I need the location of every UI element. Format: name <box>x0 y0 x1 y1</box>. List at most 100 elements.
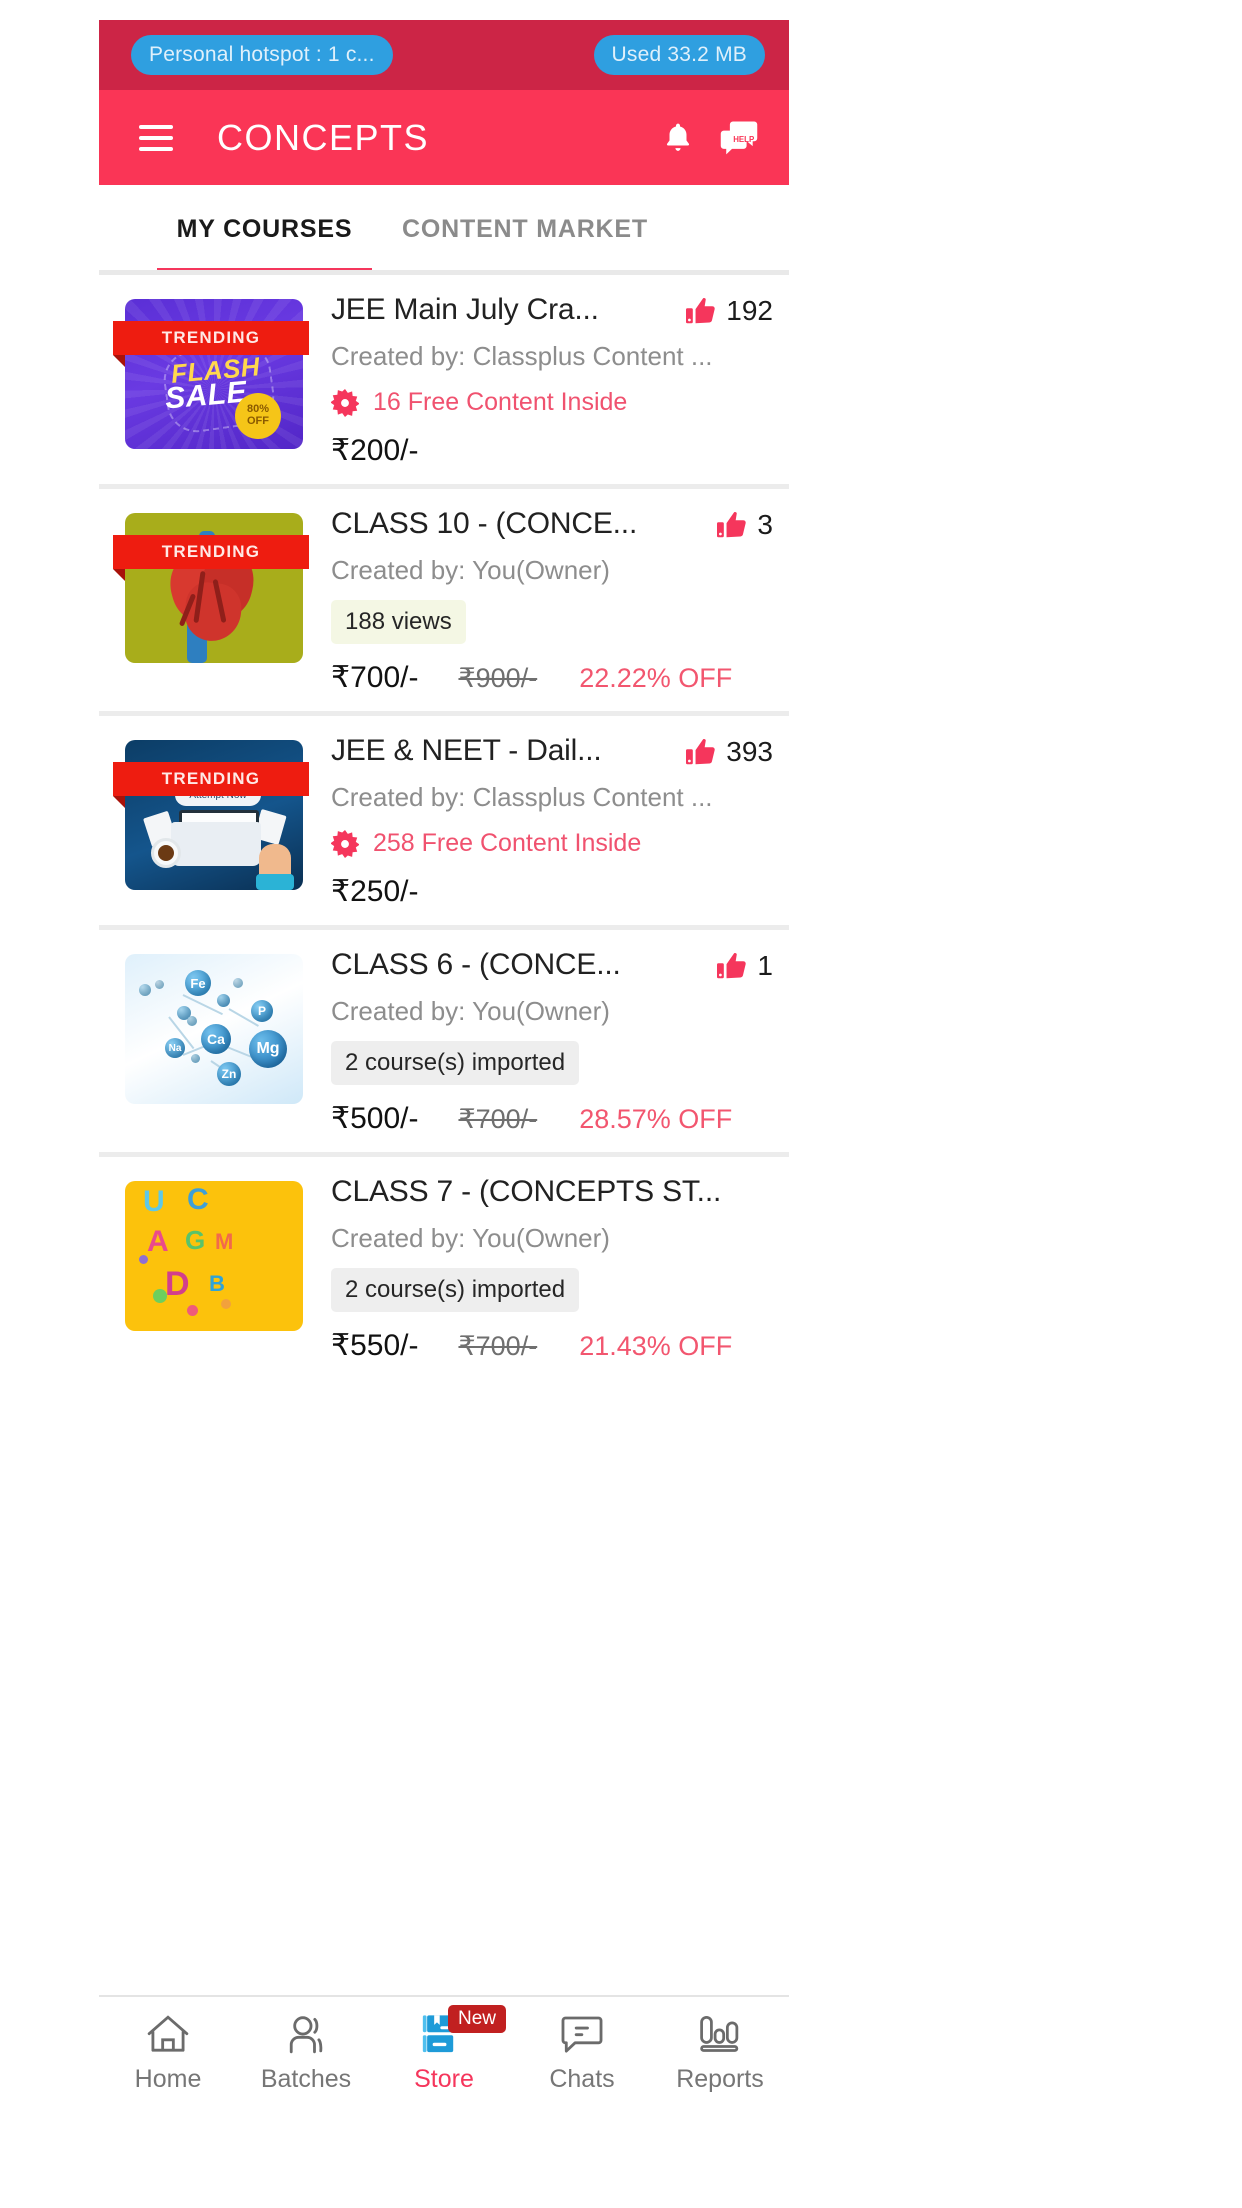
course-thumbnail[interactable]: Fe P Ca Mg Na Zn <box>125 954 303 1104</box>
nav-item-home[interactable]: Home <box>99 2011 237 2094</box>
thumb-text: G <box>185 1225 206 1255</box>
course-title: JEE Main July Cra... <box>331 293 599 326</box>
course-info: CLASS 6 - (CONCE... 1 Created by: You(Ow… <box>303 948 789 1136</box>
thumb-text: M <box>215 1229 234 1254</box>
nav-label-chats: Chats <box>549 2065 615 2093</box>
views-pill: 188 views <box>331 600 466 644</box>
nav-item-chats[interactable]: Chats <box>513 2011 651 2094</box>
tab-content-market[interactable]: CONTENT MARKET <box>390 185 660 273</box>
course-info: CLASS 7 - (CONCEPTS ST... Created by: Yo… <box>303 1175 789 1363</box>
course-price: ₹700/- <box>331 661 419 694</box>
course-info: JEE Main July Cra... 192 Created by: Cla… <box>303 293 789 468</box>
thumbnail-image-abc-letters: U C A G M D B <box>125 1181 303 1331</box>
bar-chart-icon <box>697 2011 743 2057</box>
course-info: CLASS 10 - (CONCE... 3 Created by: You(O… <box>303 507 789 695</box>
like-count: 1 <box>757 950 773 981</box>
thumb-text: Zn <box>217 1062 241 1086</box>
price-row: ₹500/- ₹700/- 28.57% OFF <box>331 1101 773 1136</box>
thumb-text: B <box>209 1271 225 1296</box>
nav-label-batches: Batches <box>260 2065 352 2093</box>
free-content-label: 258 Free Content Inside <box>373 829 642 857</box>
likes-group: 393 <box>686 734 773 768</box>
thumb-text: A <box>147 1225 169 1258</box>
app-bar-actions: HELP <box>663 120 767 156</box>
trending-ribbon: TRENDING <box>113 762 309 808</box>
thumb-text: Ca <box>201 1024 231 1054</box>
thumbs-up-icon <box>717 953 747 979</box>
hamburger-menu-icon[interactable] <box>139 124 173 151</box>
course-creator: Created by: You(Owner) <box>331 1223 610 1253</box>
thumb-discount-badge: 80% OFF <box>235 393 281 439</box>
course-price: ₹200/- <box>331 434 419 467</box>
free-content-row: 16 Free Content Inside <box>331 388 773 417</box>
nav-item-store[interactable]: New Store <box>375 2005 513 2094</box>
nav-item-reports[interactable]: Reports <box>651 2011 789 2094</box>
right-margin <box>789 0 1242 2208</box>
free-content-label: 16 Free Content Inside <box>373 388 628 416</box>
chat-bubble-icon <box>560 2011 604 2057</box>
thumb-text: Fe <box>185 970 211 996</box>
course-card[interactable]: FLASH SALE 80% OFF TRENDING JEE Main Jul… <box>99 275 789 484</box>
help-chat-icon[interactable]: HELP <box>719 120 758 156</box>
price-row: ₹250/- <box>331 874 773 909</box>
price-row: ₹700/- ₹900/- 22.22% OFF <box>331 660 773 695</box>
free-content-star-icon <box>331 388 359 417</box>
store-books-icon: New <box>421 2005 507 2057</box>
course-creator: Created by: Classplus Content ... <box>331 782 713 812</box>
course-old-price: ₹900/- <box>458 663 538 693</box>
nav-label-store: Store <box>414 2065 474 2093</box>
likes-group: 1 <box>717 948 773 982</box>
nav-item-batches[interactable]: Batches <box>237 2011 375 2094</box>
thumbnail-image-molecules: Fe P Ca Mg Na Zn <box>125 954 303 1104</box>
course-creator: Created by: Classplus Content ... <box>331 341 713 371</box>
tab-my-courses[interactable]: MY COURSES <box>157 185 372 273</box>
course-creator: Created by: You(Owner) <box>331 996 610 1026</box>
course-price: ₹550/- <box>331 1329 419 1362</box>
notification-bell-icon[interactable] <box>663 121 693 155</box>
course-old-price: ₹700/- <box>458 1104 538 1134</box>
thumb-text: C <box>187 1183 209 1216</box>
nav-label-home: Home <box>134 2065 202 2093</box>
home-icon <box>146 2011 190 2057</box>
like-count: 393 <box>726 736 773 767</box>
status-bar: Personal hotspot : 1 c... Used 33.2 MB <box>99 20 789 90</box>
free-content-star-icon <box>331 829 359 858</box>
course-thumbnail[interactable]: FLASH SALE 80% OFF TRENDING <box>113 299 309 449</box>
thumb-text: Mg <box>249 1030 287 1068</box>
likes-group: 192 <box>686 293 773 327</box>
thumb-text: P <box>251 1000 273 1022</box>
thumb-text: D <box>165 1265 190 1303</box>
price-row: ₹550/- ₹700/- 21.43% OFF <box>331 1328 773 1363</box>
course-card[interactable]: Fe P Ca Mg Na Zn CLASS 6 - (CONCE... 1 C… <box>99 925 789 1152</box>
trending-ribbon: TRENDING <box>113 535 309 581</box>
bottom-navigation: Home Batches New Store Chats Reports <box>99 1995 789 2123</box>
hotspot-chip[interactable]: Personal hotspot : 1 c... <box>131 35 393 75</box>
course-card[interactable]: TRENDING CLASS 10 - (CONCE... 3 Created … <box>99 484 789 711</box>
thumbs-up-icon <box>686 739 716 765</box>
page-title: CONCEPTS <box>217 116 430 158</box>
course-title: CLASS 7 - (CONCEPTS ST... <box>331 1175 722 1208</box>
course-thumbnail[interactable]: Attempt Now TRENDING <box>113 740 309 890</box>
course-thumbnail[interactable]: U C A G M D B <box>125 1181 303 1331</box>
people-icon <box>284 2011 328 2057</box>
tab-bar: MY COURSES CONTENT MARKET <box>99 185 789 273</box>
data-usage-chip[interactable]: Used 33.2 MB <box>593 35 765 75</box>
like-count: 192 <box>726 295 773 326</box>
trending-ribbon: TRENDING <box>113 321 309 367</box>
app-screenshot: Personal hotspot : 1 c... Used 33.2 MB C… <box>0 0 1242 2208</box>
course-title: CLASS 10 - (CONCE... <box>331 507 638 540</box>
course-price: ₹250/- <box>331 875 419 908</box>
free-content-row: 258 Free Content Inside <box>331 829 773 858</box>
thumb-text: OFF <box>247 415 269 427</box>
thumbs-up-icon <box>686 298 716 324</box>
course-card[interactable]: Attempt Now TRENDING JEE & NEET - Dail..… <box>99 711 789 925</box>
course-card[interactable]: U C A G M D B CLASS 7 - (CONCEPTS ST... … <box>99 1152 789 1379</box>
like-count: 3 <box>757 509 773 540</box>
likes-group: 3 <box>717 507 773 541</box>
thumb-text: Na <box>165 1038 185 1058</box>
course-thumbnail[interactable]: TRENDING <box>113 513 309 663</box>
course-price: ₹500/- <box>331 1102 419 1135</box>
app-bar: CONCEPTS HELP <box>99 90 789 185</box>
course-list[interactable]: FLASH SALE 80% OFF TRENDING JEE Main Jul… <box>99 275 789 1995</box>
course-title: CLASS 6 - (CONCE... <box>331 948 621 981</box>
